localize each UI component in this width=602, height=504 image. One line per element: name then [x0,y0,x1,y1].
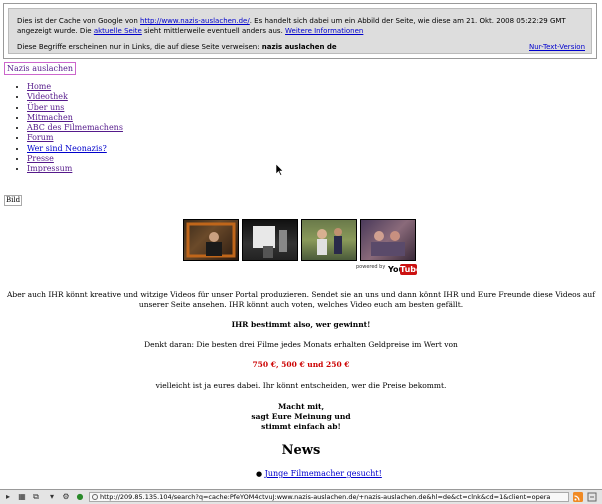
news-list-item: ● Junge Filmemacher gesucht! [256,469,382,478]
nav-item-mitmachen: Mitmachen [27,113,123,123]
text-only-version-link[interactable]: Nur-Text-Version [529,43,585,51]
nav-item-home: Home [27,82,123,92]
browser-statusbar: ▸ ▦ ⧉ ▾ ⚙ ● http://209.85.135.104/search… [0,489,602,504]
nav-link-mitmachen[interactable]: Mitmachen [27,113,73,122]
nav-item-videothek: Videothek [27,92,123,102]
nav-link-abc[interactable]: ABC des Filmemachens [27,123,123,132]
intro-paragraph: Aber auch IHR könnt kreative und witzige… [6,290,595,309]
cta-line-3: stimmt einfach ab! [261,422,341,431]
video-thumbnails [183,219,419,262]
cache-original-link[interactable]: http://www.nazis-auslachen.de/ [140,17,250,25]
view-mode-icon[interactable]: ⧉ [30,492,42,502]
chat-icon[interactable]: ● [74,492,86,502]
globe-icon [92,494,98,500]
video-thumbnail-3[interactable] [301,219,357,261]
nav-link-home[interactable]: Home [27,82,51,91]
bullet-icon: ● [256,470,263,478]
panel-toggle-icon[interactable]: ▸ [2,492,14,502]
nav-link-presse[interactable]: Presse [27,154,54,163]
nav-item-neonazis: Wer sind Neonazis? [27,144,123,154]
nav-link-ueber-uns[interactable]: Über uns [27,103,64,112]
who-wins-text: IHR bestimmt also, wer gewinnt! [231,320,371,329]
feed-icon[interactable] [573,492,583,502]
nav-item-impressum: Impressum [27,164,123,174]
video-thumbnail-2[interactable] [242,219,298,261]
cta-line-2: sagt Eure Meinung und [251,412,351,421]
prize-amounts: 750 €, 500 € und 250 € [252,360,350,369]
broken-image-bild: Bild [4,195,23,206]
nav-link-impressum[interactable]: Impressum [27,164,72,173]
zoom-icon[interactable]: ▾ [46,492,58,502]
nav-item-abc: ABC des Filmemachens [27,123,123,133]
nav-link-neonazis[interactable]: Wer sind Neonazis? [27,144,107,153]
video-thumbnail-4[interactable] [360,219,416,261]
main-nav: Home Videothek Über uns Mitmachen ABC de… [12,82,123,175]
more-info-link[interactable]: Weitere Informationen [285,27,363,35]
cache-terms: Diese Begriffe erscheinen nur in Links, … [17,43,337,51]
status-url: http://209.85.135.104/search?q=cache:Pfe… [89,492,569,502]
nav-item-ueber-uns: Über uns [27,103,123,113]
news-link[interactable]: Junge Filmemacher gesucht! [265,469,382,478]
cache-header-frame: Dies ist der Cache von Google von http:/… [3,3,597,59]
news-heading: News [281,443,321,458]
settings-icon[interactable]: ⚙ [60,492,72,502]
powered-by-label: powered by [356,264,386,270]
cta-line-1: Macht mit, [277,402,325,411]
site-title-alt[interactable]: Nazis auslachen [4,62,77,75]
video-thumbnail-1[interactable] [183,219,239,261]
nav-link-videothek[interactable]: Videothek [27,92,68,101]
maybe-you-text: vielleicht ist ja eures dabei. Ihr könnt… [155,381,447,390]
youtube-logo[interactable]: You Tube [387,263,421,275]
nav-link-forum[interactable]: Forum [27,133,54,142]
resize-grip-icon[interactable] [587,492,597,502]
reminder-text: Denkt daran: Die besten drei Filme jedes… [144,340,458,349]
nav-item-forum: Forum [27,133,123,143]
image-toggle-icon[interactable]: ▦ [16,492,28,502]
current-page-link[interactable]: aktuelle Seite [94,27,142,35]
cache-notice: Dies ist der Cache von Google von http:/… [17,17,566,35]
nav-item-presse: Presse [27,154,123,164]
cache-terms-bold: nazis auslachen de [261,43,337,51]
cache-header: Dies ist der Cache von Google von http:/… [8,8,592,54]
